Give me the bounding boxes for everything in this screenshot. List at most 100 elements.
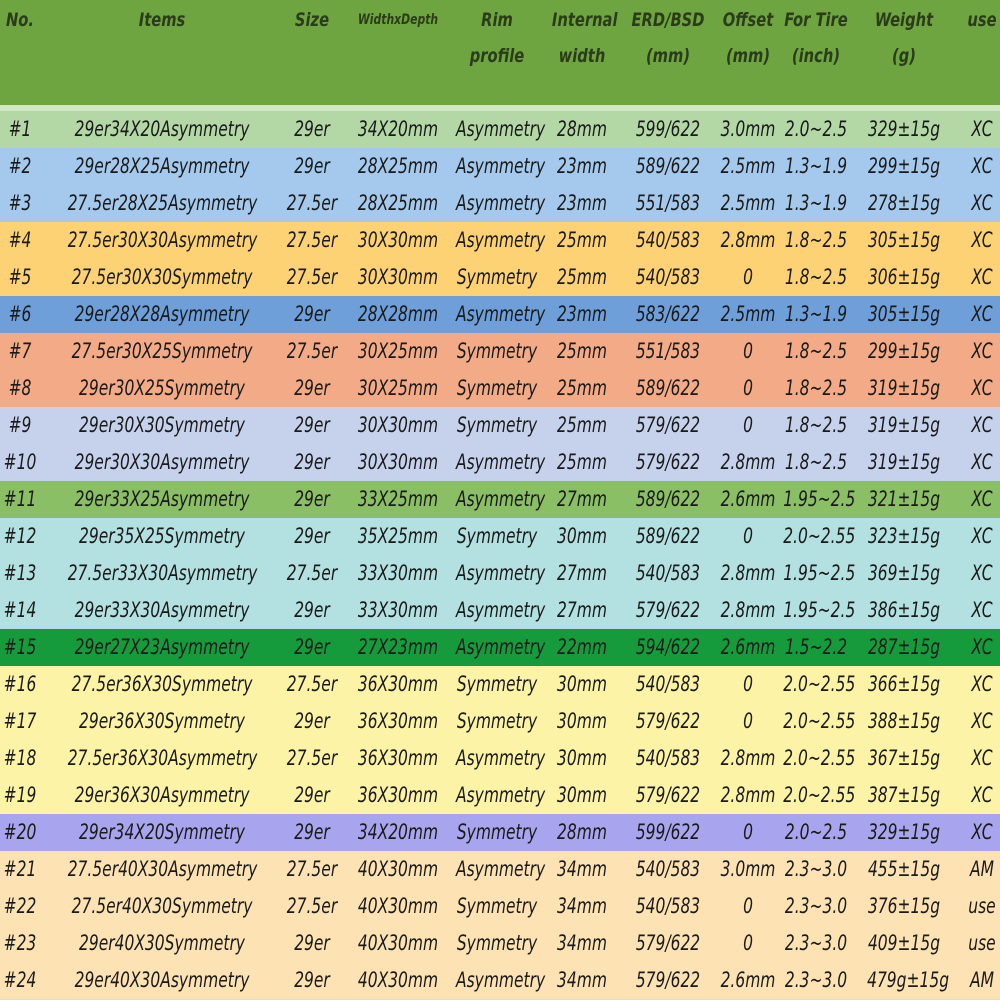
cell-use: XC (971, 302, 993, 326)
cell-tire: 2.0~2.55 (783, 746, 856, 770)
cell-tire: 1.8~2.5 (784, 450, 848, 474)
cell-no: #5 (8, 265, 32, 289)
cell-tire: 2.0~2.55 (783, 524, 856, 548)
cell-wd: 30X30mm (357, 450, 439, 474)
cell-offset: 2.6mm (720, 487, 776, 511)
cell-offset: 2.8mm (720, 450, 776, 474)
cell-profile: Symmetry (456, 894, 538, 918)
cell-internal: 30mm (557, 672, 607, 696)
cell-profile: Asymmetry (456, 561, 546, 585)
cell-wd: 30X30mm (357, 413, 439, 437)
cell-weight: 305±15g (867, 228, 941, 252)
cell-size: 29er (294, 376, 330, 400)
cell-size: 29er (294, 302, 330, 326)
cell-offset: 2.5mm (720, 154, 776, 178)
cell-profile: Asymmetry (456, 154, 546, 178)
cell-tire: 1.3~1.9 (784, 154, 848, 178)
cell-no: #11 (3, 487, 37, 511)
cell-size: 29er (294, 709, 330, 733)
cell-size: 27.5er (286, 561, 338, 585)
cell-internal: 28mm (557, 820, 607, 844)
cell-offset: 0 (743, 339, 753, 363)
cell-size: 29er (294, 635, 330, 659)
cell-no: #4 (8, 228, 32, 252)
cell-tire: 2.0~2.55 (783, 783, 856, 807)
cell-offset: 0 (743, 265, 753, 289)
cell-erd: 579/622 (635, 598, 701, 622)
cell-tire: 2.0~2.5 (784, 117, 848, 141)
cell-erd: 540/583 (635, 265, 701, 289)
table-row: #1 29er34X20Asymmetry 29er 34X20mm Asymmetry… (0, 111, 1000, 148)
cell-items: 27.5er36X30Symmetry (71, 672, 253, 696)
table-row: #11 29er33X25Asymmetry 29er 33X25mm Asymmetr… (0, 481, 1000, 518)
cell-no: #2 (8, 154, 32, 178)
cell-use: XC (971, 709, 993, 733)
table-row: #6 29er28X28Asymmetry 29er 28X28mm Asymmetry… (0, 296, 1000, 333)
cell-wd: 28X28mm (357, 302, 439, 326)
table-row: #20 29er34X20Symmetry 29er 34X20mm Symmetry 2… (0, 814, 1000, 851)
cell-erd: 551/583 (635, 191, 701, 215)
cell-no: #19 (3, 783, 37, 807)
cell-use: XC (971, 524, 993, 548)
cell-profile: Asymmetry (456, 783, 546, 807)
table-row: #18 27.5er36X30Asymmetry 27.5er 36X30mm Asym… (0, 740, 1000, 777)
table-row: #2 29er28X25Asymmetry 29er 28X25mm Asymmetry… (0, 148, 1000, 185)
cell-size: 27.5er (286, 672, 338, 696)
cell-tire: 1.95~2.5 (783, 598, 856, 622)
cell-no: #16 (3, 672, 37, 696)
cell-tire: 1.8~2.5 (784, 376, 848, 400)
cell-internal: 30mm (557, 746, 607, 770)
cell-size: 29er (294, 968, 330, 992)
cell-size: 29er (294, 931, 330, 955)
cell-no: #14 (3, 598, 37, 622)
cell-items: 29er33X25Asymmetry (74, 487, 250, 511)
cell-offset: 2.8mm (720, 561, 776, 585)
cell-erd: 540/583 (635, 894, 701, 918)
table-row: #13 27.5er33X30Asymmetry 27.5er 33X30mm Asym… (0, 555, 1000, 592)
cell-erd: 579/622 (635, 931, 701, 955)
header-use: use (967, 9, 997, 31)
cell-wd: 40X30mm (357, 968, 439, 992)
cell-offset: 0 (743, 672, 753, 696)
cell-use: XC (971, 672, 993, 696)
cell-wd: 33X30mm (357, 561, 439, 585)
cell-no: #3 (8, 191, 32, 215)
table-row: #15 29er27X23Asymmetry 29er 27X23mm Asymmetr… (0, 629, 1000, 666)
cell-size: 29er (294, 413, 330, 437)
cell-no: #8 (8, 376, 32, 400)
header-internal: Internal width (551, 9, 618, 67)
cell-profile: Asymmetry (456, 450, 546, 474)
cell-weight: 388±15g (867, 709, 941, 733)
cell-size: 27.5er (286, 894, 338, 918)
cell-tire: 2.3~3.0 (784, 931, 848, 955)
cell-items: 29er28X25Asymmetry (74, 154, 250, 178)
cell-wd: 33X25mm (357, 487, 439, 511)
cell-profile: Symmetry (456, 820, 538, 844)
table-row: #3 27.5er28X25Asymmetry 27.5er 28X25mm Asymm… (0, 185, 1000, 222)
header-items: Items (138, 9, 186, 31)
cell-items: 27.5er30X25Symmetry (71, 339, 253, 363)
cell-tire: 2.3~3.0 (784, 894, 848, 918)
cell-wd: 28X25mm (357, 191, 439, 215)
table-row: #19 29er36X30Asymmetry 29er 36X30mm Asymmetr… (0, 777, 1000, 814)
cell-weight: 329±15g (867, 820, 941, 844)
cell-tire: 1.8~2.5 (784, 413, 848, 437)
cell-no: #7 (8, 339, 32, 363)
cell-tire: 1.3~1.9 (784, 191, 848, 215)
cell-use: AM (970, 857, 994, 881)
table-row: #16 27.5er36X30Symmetry 27.5er 36X30mm Symme… (0, 666, 1000, 703)
cell-items: 29er35X25Symmetry (79, 524, 245, 548)
cell-weight: 479g±15g (867, 968, 950, 992)
table-row: #7 27.5er30X25Symmetry 27.5er 30X25mm Symmet… (0, 333, 1000, 370)
cell-use: XC (971, 820, 993, 844)
cell-wd: 30X25mm (357, 376, 439, 400)
cell-offset: 2.8mm (720, 598, 776, 622)
cell-offset: 0 (743, 524, 753, 548)
cell-internal: 34mm (557, 968, 607, 992)
cell-items: 27.5er28X25Asymmetry (67, 191, 258, 215)
cell-erd: 540/583 (635, 672, 701, 696)
cell-erd: 540/583 (635, 857, 701, 881)
table-header: No. Items Size WidthxDepth Rim profile Intern… (0, 0, 1000, 105)
cell-items: 29er30X30Symmetry (79, 413, 245, 437)
cell-items: 29er34X20Asymmetry (74, 117, 250, 141)
